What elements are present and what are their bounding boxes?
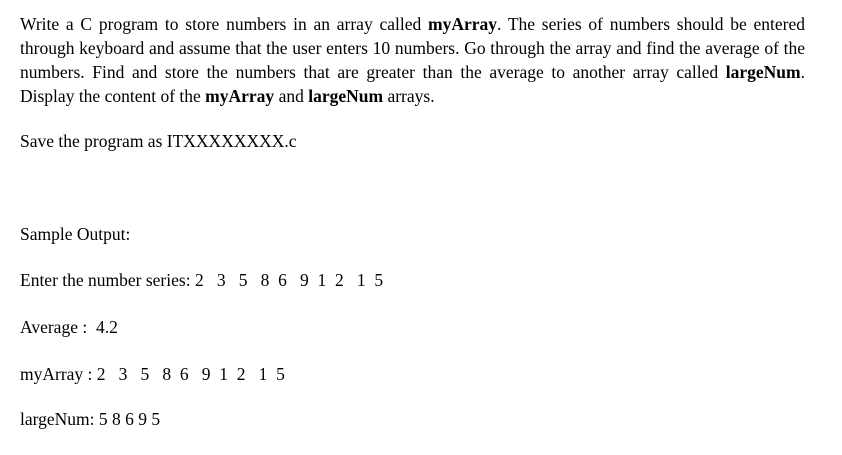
sample-output-heading: Sample Output: [20,224,131,244]
sample-largenum-line: largeNum: 5 8 6 9 5 [20,409,161,429]
sample-input-line: Enter the number series: 2 3 5 8 6 9 1 2… [20,270,384,290]
task-text-1: Write a C program to store numbers in an… [20,14,428,34]
task-text-5: arrays. [383,86,435,106]
array-name-largenum: largeNum [725,62,801,82]
sample-myarray-line: myArray : 2 3 5 8 6 9 1 2 1 5 [20,364,285,384]
sample-average-line: Average : 4.2 [20,317,118,337]
array-name-myarray-2: myArray [205,86,275,106]
task-text-4: and [274,86,309,106]
document-page: Write a C program to store numbers in an… [0,0,842,455]
array-name-largenum-2: largeNum [308,86,384,106]
task-description: Write a C program to store numbers in an… [20,12,805,108]
array-name-myarray: myArray [428,14,498,34]
save-instruction: Save the program as ITXXXXXXXX.c [20,131,297,151]
